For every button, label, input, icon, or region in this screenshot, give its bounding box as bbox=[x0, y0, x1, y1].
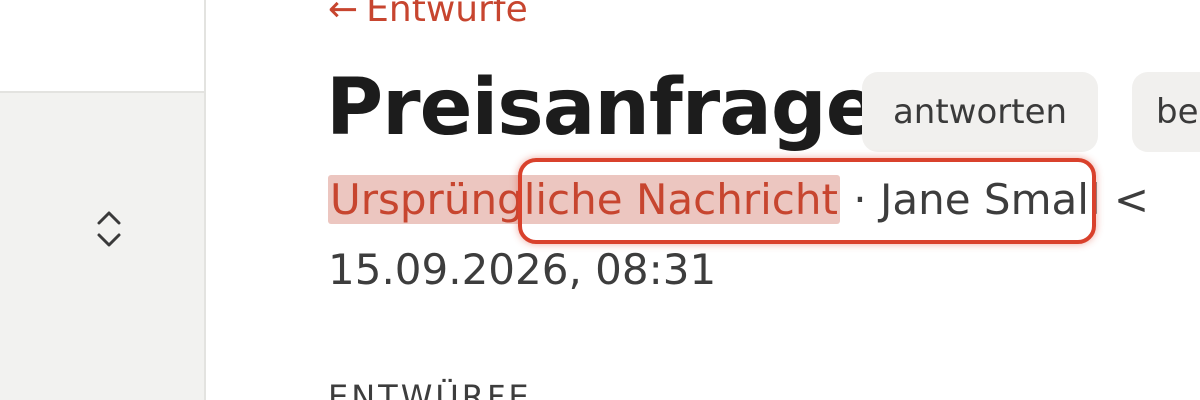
chevron-up-down-icon[interactable] bbox=[92, 208, 126, 250]
back-to-drafts-link[interactable]: ← Entwürfe bbox=[328, 0, 528, 31]
message-date: 15.09.2026, 08:31 bbox=[328, 245, 717, 294]
arrow-left-icon: ← bbox=[328, 0, 359, 30]
sidebar bbox=[0, 0, 206, 400]
back-link-label: Entwürfe bbox=[366, 0, 528, 30]
drafts-section-heading: ENTWÜRFE bbox=[328, 378, 532, 400]
reply-button[interactable]: antworten bbox=[862, 72, 1098, 152]
focus-highlight-ring bbox=[518, 158, 1096, 244]
sidebar-header bbox=[0, 0, 204, 93]
edit-button[interactable]: be bbox=[1132, 72, 1200, 152]
message-detail: ← Entwürfe Preisanfrage antworten be Ursp… bbox=[208, 0, 1200, 400]
page-title: Preisanfrage bbox=[326, 63, 879, 153]
